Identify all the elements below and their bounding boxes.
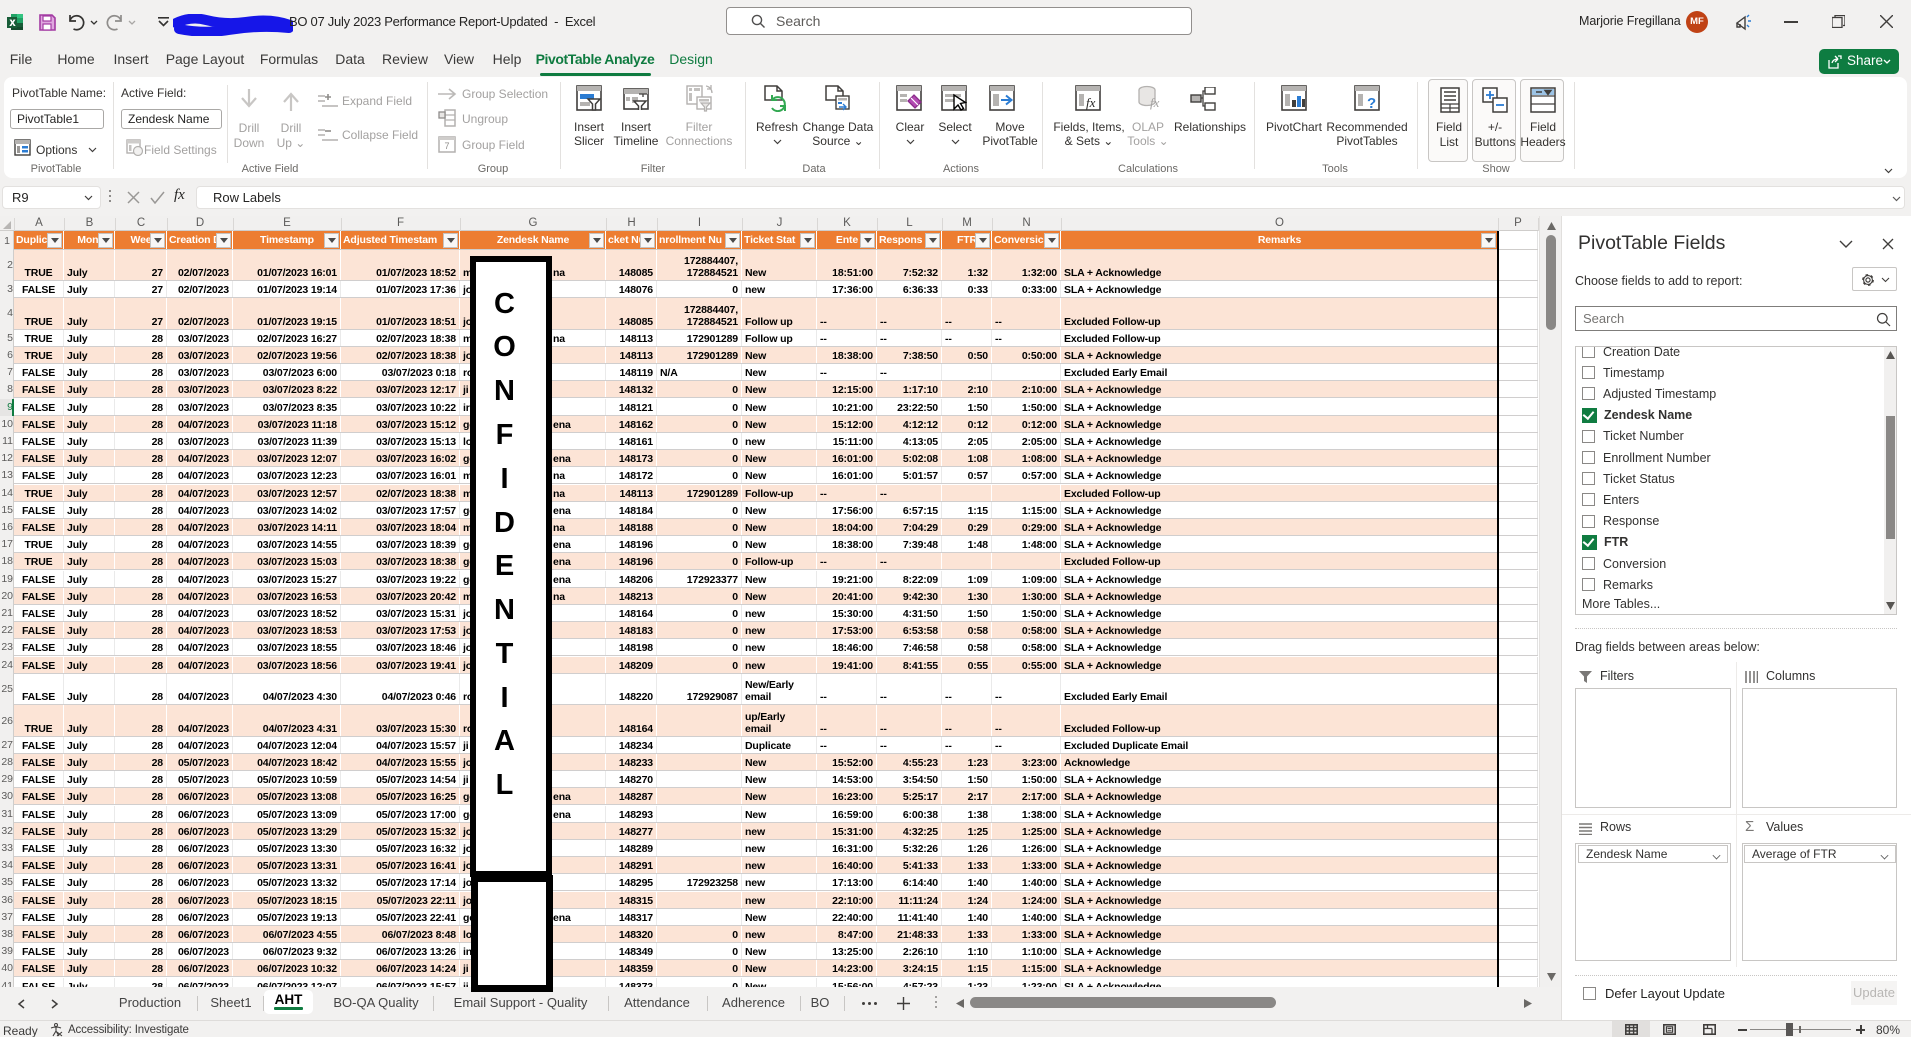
svg-text:?: ? (1367, 95, 1376, 111)
svg-text:fx: fx (1086, 95, 1096, 110)
svg-text:7: 7 (444, 141, 449, 151)
svg-text:fx: fx (1150, 95, 1160, 110)
